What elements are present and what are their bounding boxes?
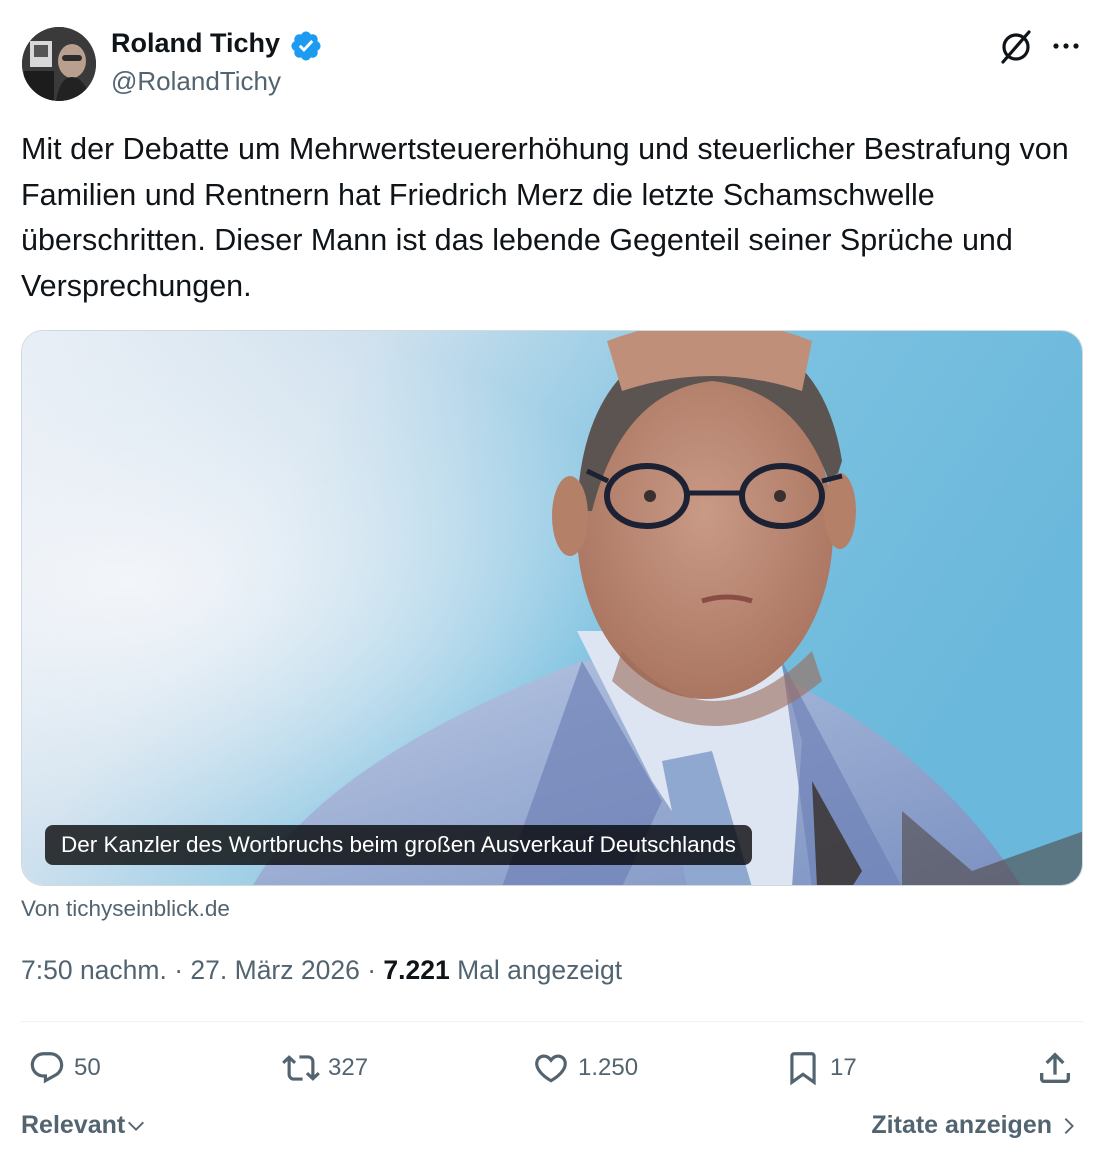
verified-badge-icon [291, 31, 321, 61]
card-image [22, 331, 1082, 885]
repost-count: 327 [328, 1054, 369, 1081]
bookmark-count: 17 [830, 1054, 857, 1081]
divider [21, 1021, 1083, 1022]
repost-button[interactable]: 327 [282, 1046, 368, 1090]
repost-icon [282, 1055, 320, 1081]
chevron-right-icon [1064, 1117, 1074, 1134]
grok-icon[interactable] [997, 28, 1035, 66]
reply-button[interactable]: 50 [28, 1046, 101, 1090]
views-label: Mal angezeigt [457, 955, 623, 985]
author-name[interactable]: Roland Tichy [111, 28, 280, 59]
like-count: 1.250 [578, 1054, 639, 1081]
card-caption: Der Kanzler des Wortbruchs beim großen A… [45, 825, 752, 865]
more-icon[interactable] [1050, 30, 1082, 62]
tweet: Roland Tichy @RolandTichy Mit der Debatt… [0, 0, 1106, 1158]
meta-separator: · [174, 955, 184, 985]
sort-label: Relevant [21, 1111, 126, 1139]
view-quotes-link[interactable]: Zitate anzeigen [871, 1111, 1080, 1140]
link-card[interactable]: Der Kanzler des Wortbruchs beim großen A… [21, 330, 1083, 886]
view-count: 7.221 [383, 955, 450, 985]
tweet-date[interactable]: 27. März 2026 [190, 955, 359, 985]
bookmark-icon [790, 1052, 816, 1086]
chevron-down-icon [128, 1121, 145, 1131]
sort-dropdown[interactable]: Relevant [21, 1111, 147, 1140]
reply-icon [30, 1052, 64, 1084]
author-handle[interactable]: @RolandTichy [111, 66, 281, 97]
share-icon[interactable] [1035, 1048, 1075, 1088]
tweet-time[interactable]: 7:50 nachm. [21, 955, 167, 985]
avatar[interactable] [22, 27, 96, 101]
tweet-text: Mit der Debatte um Mehrwertsteuererhöhun… [21, 132, 1069, 303]
like-icon [535, 1054, 567, 1083]
like-button[interactable]: 1.250 [532, 1046, 638, 1090]
reply-count: 50 [74, 1054, 101, 1081]
bookmark-button[interactable]: 17 [784, 1046, 857, 1090]
quotes-label: Zitate anzeigen [871, 1111, 1052, 1139]
meta-separator: · [367, 955, 377, 985]
tweet-meta: 7:50 nachm. · 27. März 2026 · 7.221 Mal … [21, 955, 622, 986]
card-source[interactable]: Von tichyseinblick.de [21, 896, 230, 922]
